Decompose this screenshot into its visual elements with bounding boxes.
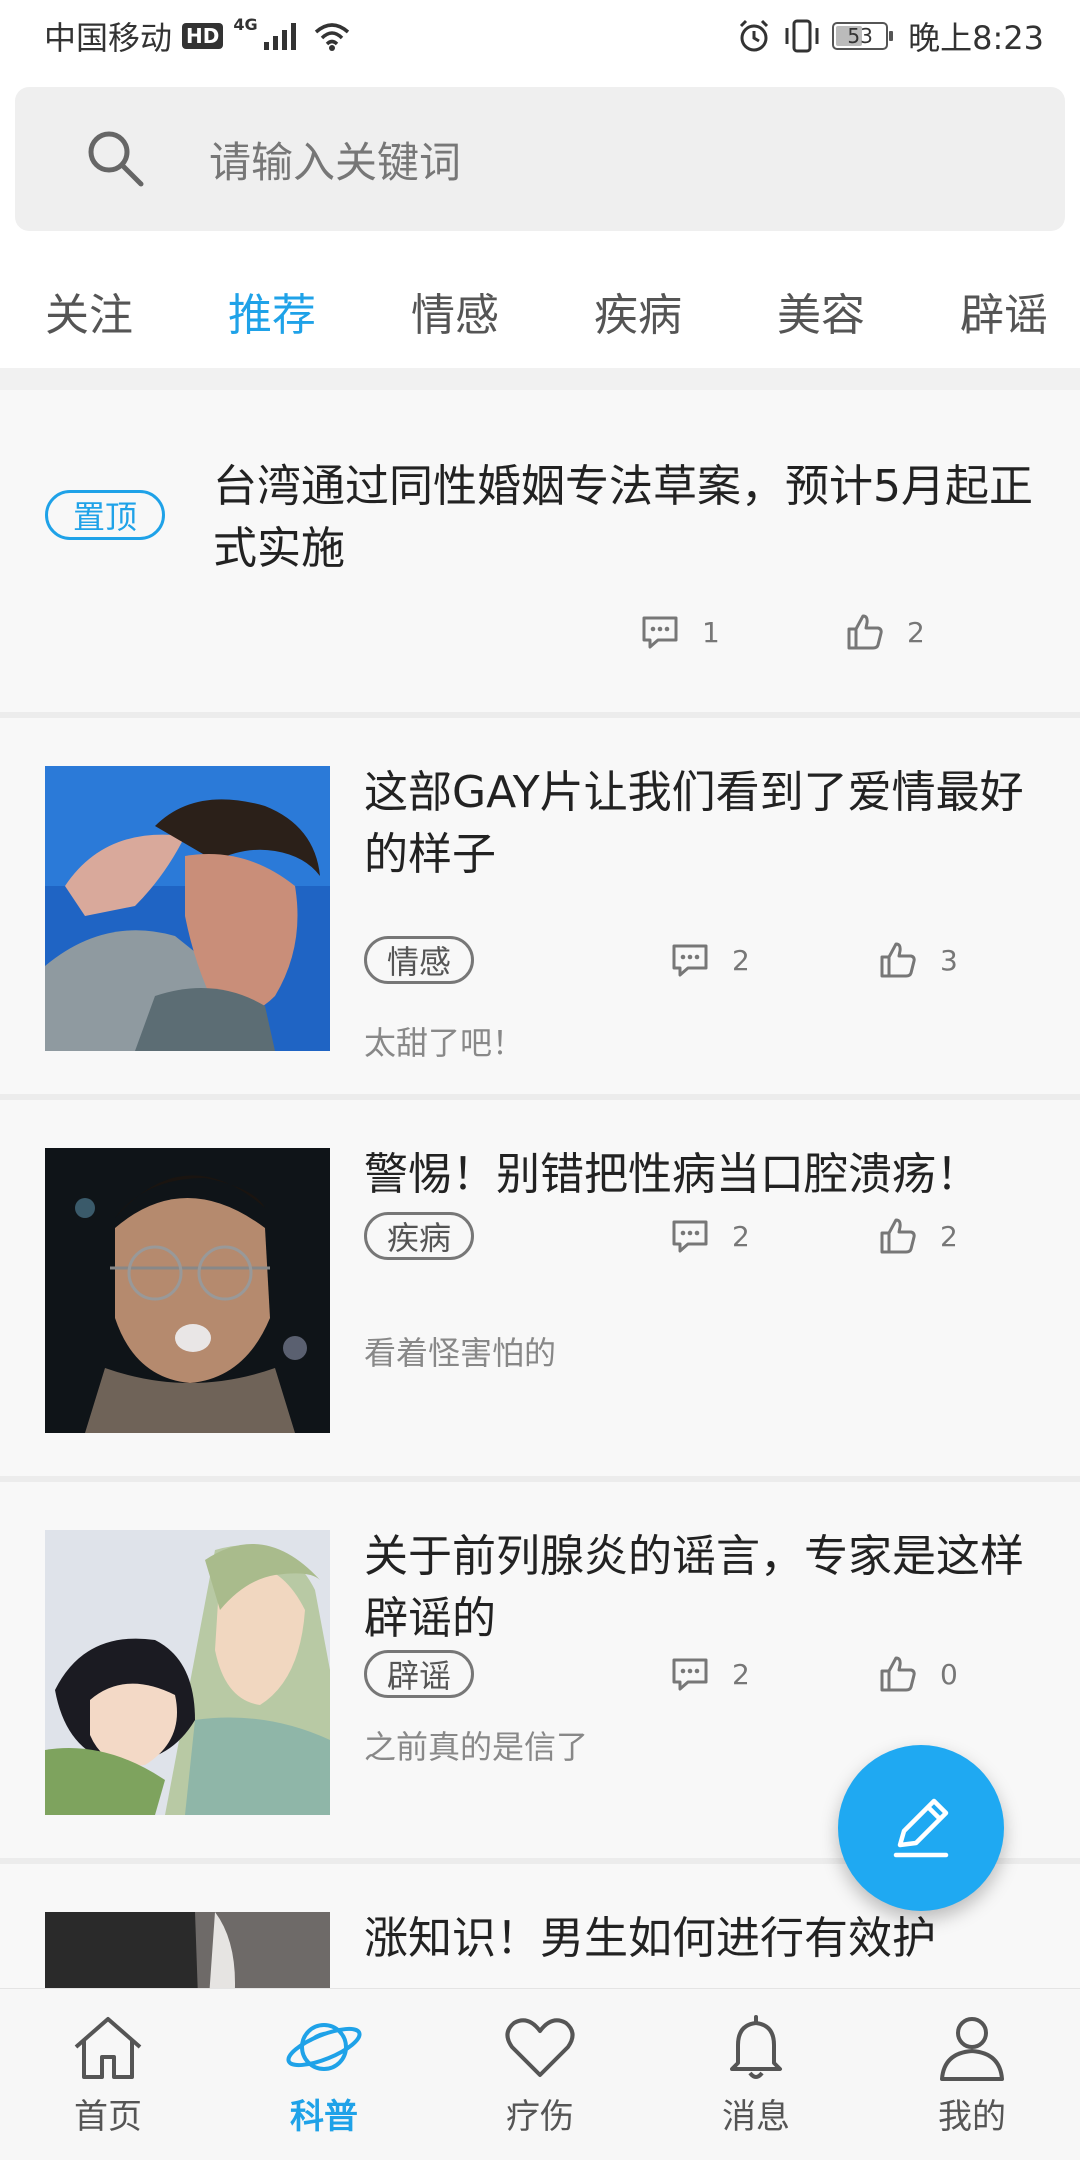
- nav-label: 我的: [938, 2097, 1006, 2137]
- signal-icon: [263, 23, 296, 50]
- tab-disease[interactable]: 疾病: [594, 279, 682, 343]
- tabs-divider: [0, 368, 1080, 390]
- nav-label: 首页: [74, 2097, 142, 2137]
- comment-count: 2: [732, 943, 750, 977]
- vibrate-icon: [785, 19, 819, 53]
- comment-count: 1: [702, 615, 720, 649]
- thumbs-up-icon: [880, 1218, 916, 1254]
- comment-stat[interactable]: 2: [670, 1216, 750, 1256]
- post-thumbnail[interactable]: [45, 1148, 330, 1433]
- post-tag[interactable]: 疾病: [364, 1212, 475, 1260]
- planet-icon: [286, 2023, 362, 2071]
- comment-icon: [672, 944, 708, 977]
- status-left: 中国移动 HD 4G: [44, 13, 352, 59]
- bell-icon: [730, 2015, 782, 2079]
- status-right: 53 晚上8:23: [736, 13, 1044, 59]
- post-thumbnail[interactable]: [45, 1530, 330, 1815]
- battery-icon: 53: [832, 22, 894, 50]
- nav-messages[interactable]: 消息: [648, 2011, 864, 2138]
- post-title[interactable]: 警惕！别错把性病当口腔溃疡！: [364, 1144, 1054, 1206]
- bottom-nav: 首页 科普 疗伤 消息 我的: [0, 1988, 1080, 2160]
- comment-count: 2: [732, 1219, 750, 1253]
- wifi-icon: [314, 23, 349, 51]
- status-bar: 中国移动 HD 4G 53 晚上8:23: [0, 0, 1080, 72]
- post-thumbnail[interactable]: [45, 766, 330, 1051]
- heart-icon: [505, 2018, 575, 2077]
- thumbs-up-icon: [847, 614, 883, 650]
- tab-follow[interactable]: 关注: [45, 279, 133, 343]
- post-title[interactable]: 台湾通过同性婚姻专法草案，预计5月起正式实施: [213, 456, 1033, 580]
- comment-icon: [672, 1220, 708, 1253]
- post-subtitle: 看着怪害怕的: [364, 1334, 557, 1372]
- nav-home[interactable]: 首页: [0, 2011, 216, 2138]
- like-count: 2: [940, 1219, 958, 1253]
- post-tag[interactable]: 情感: [364, 936, 475, 984]
- alarm-icon: [740, 19, 769, 52]
- nav-label: 疗伤: [506, 2097, 574, 2137]
- user-icon: [940, 2017, 1004, 2081]
- post-title[interactable]: 涨知识！男生如何进行有效护: [364, 1908, 1054, 1970]
- hd-icon: HD: [182, 23, 224, 49]
- thumbs-up-icon: [880, 942, 916, 978]
- like-count: 0: [940, 1657, 958, 1691]
- category-tabs: 关注 推荐 情感 疾病 美容 辟谣: [0, 255, 1080, 367]
- like-stat[interactable]: 2: [878, 1216, 958, 1256]
- comment-count: 2: [732, 1657, 750, 1691]
- nav-profile[interactable]: 我的: [864, 2011, 1080, 2138]
- home-icon: [74, 2017, 142, 2079]
- search-bar[interactable]: 请输入关键词: [15, 87, 1065, 231]
- carrier-name: 中国移动: [44, 19, 173, 57]
- nav-science[interactable]: 科普: [216, 2011, 432, 2138]
- thumbs-up-icon: [880, 1656, 916, 1692]
- like-stat[interactable]: 0: [878, 1654, 958, 1694]
- like-count: 3: [940, 943, 958, 977]
- post-thumbnail[interactable]: [45, 1912, 330, 1988]
- post-title[interactable]: 关于前列腺炎的谣言，专家是这样辟谣的: [364, 1526, 1054, 1650]
- search-placeholder[interactable]: 请输入关键词: [209, 129, 461, 190]
- comment-stat[interactable]: 1: [640, 612, 720, 652]
- tab-emotion[interactable]: 情感: [411, 279, 499, 343]
- post-subtitle: 太甜了吧！: [364, 1024, 525, 1062]
- nav-healing[interactable]: 疗伤: [432, 2011, 648, 2138]
- network-type: 4G: [233, 14, 258, 34]
- like-stat[interactable]: 3: [878, 940, 958, 980]
- compose-button[interactable]: [838, 1745, 1004, 1911]
- nav-label: 消息: [722, 2097, 790, 2137]
- clock: 晚上8:23: [908, 19, 1044, 57]
- pencil-icon: [893, 1798, 949, 1858]
- like-count: 2: [907, 615, 925, 649]
- search-icon: [88, 131, 144, 187]
- comment-stat[interactable]: 2: [670, 1654, 750, 1694]
- post-tag[interactable]: 辟谣: [364, 1650, 475, 1698]
- post-subtitle: 之前真的是信了: [364, 1728, 589, 1766]
- battery-level: 53: [847, 24, 873, 48]
- post-title[interactable]: 这部GAY片让我们看到了爱情最好的样子: [364, 762, 1054, 886]
- pinned-badge: 置顶: [45, 490, 165, 540]
- pinned-post[interactable]: 置顶 台湾通过同性婚姻专法草案，预计5月起正式实施 1 2: [0, 390, 1080, 718]
- nav-label: 科普: [290, 2097, 358, 2137]
- tab-recommended[interactable]: 推荐: [228, 279, 316, 343]
- comment-icon: [672, 1658, 708, 1691]
- tab-beauty[interactable]: 美容: [777, 279, 865, 343]
- like-stat[interactable]: 2: [845, 612, 925, 652]
- comment-stat[interactable]: 2: [670, 940, 750, 980]
- tab-rumor[interactable]: 辟谣: [960, 279, 1048, 343]
- post-card[interactable]: 这部GAY片让我们看到了爱情最好的样子 情感 2 3 太甜了吧！: [0, 718, 1080, 1100]
- post-card[interactable]: 警惕！别错把性病当口腔溃疡！ 疾病 2 2 看着怪害怕的: [0, 1100, 1080, 1482]
- comment-icon: [642, 616, 678, 649]
